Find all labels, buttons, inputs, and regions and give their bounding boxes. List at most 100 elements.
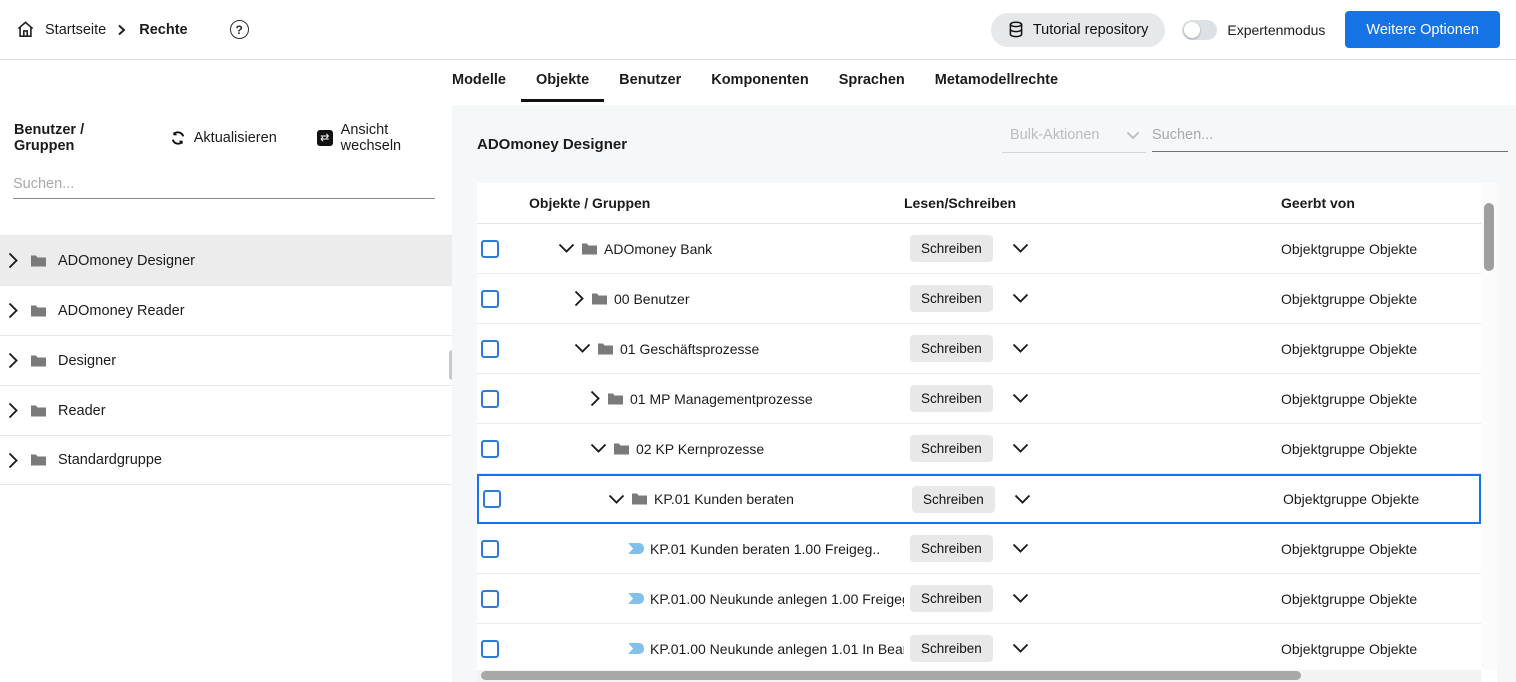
row-checkbox[interactable] xyxy=(481,589,499,608)
chevron-down-icon[interactable] xyxy=(1012,343,1029,354)
object-name: 00 Benutzer xyxy=(614,290,690,307)
model-icon xyxy=(628,543,644,554)
table-row[interactable]: 01 MP Managementprozesse Schreiben Objektg… xyxy=(477,374,1481,424)
table-row[interactable]: KP.01.00 Neukunde anlegen 1.01 In Bearbe… xyxy=(477,624,1481,674)
chevron-down-icon[interactable] xyxy=(1014,494,1031,505)
sidebar-group-item[interactable]: Reader xyxy=(0,385,452,435)
permission-cell: Schreiben xyxy=(904,585,1274,612)
bulk-actions-dropdown[interactable]: Bulk-Aktionen xyxy=(1002,127,1146,153)
tab-objekte[interactable]: Objekte xyxy=(520,60,605,105)
refresh-button[interactable]: Aktualisieren xyxy=(170,130,277,146)
folder-icon xyxy=(631,492,648,506)
switch-view-button[interactable]: ⇄ Ansicht wechseln xyxy=(316,122,452,154)
vertical-scrollbar-thumb[interactable] xyxy=(1484,203,1494,271)
table-row[interactable]: KP.01.00 Neukunde anlegen 1.00 Freigegeb… xyxy=(477,574,1481,624)
object-tree-cell: KP.01 Kunden beraten xyxy=(523,491,906,507)
table-row[interactable]: KP.01 Kunden beraten 1.00 Freigeg.. Schre… xyxy=(477,524,1481,574)
row-checkbox[interactable] xyxy=(481,339,499,358)
page-title: ADOmoney Designer xyxy=(477,136,628,153)
chevron-right-icon[interactable] xyxy=(8,252,19,269)
inherited-from-cell: Objektgruppe Objekte xyxy=(1283,491,1420,507)
sidebar-search-input[interactable] xyxy=(13,176,435,192)
row-checkbox[interactable] xyxy=(481,389,499,408)
row-checkbox[interactable] xyxy=(481,639,499,658)
chevron-right-icon[interactable] xyxy=(574,290,585,307)
sidebar-group-item[interactable]: Designer xyxy=(0,335,452,385)
row-checkbox[interactable] xyxy=(481,539,499,558)
chevron-down-icon[interactable] xyxy=(590,443,607,454)
chevron-down-icon[interactable] xyxy=(1012,443,1029,454)
top-bar-actions: Tutorial repository Expertenmodus Weiter… xyxy=(990,11,1500,48)
row-checkbox[interactable] xyxy=(483,490,501,508)
repository-button-label: Tutorial repository xyxy=(1032,21,1149,38)
table-search xyxy=(1152,126,1508,152)
tab-komponenten[interactable]: Komponenten xyxy=(696,60,823,105)
sidebar-group-item[interactable]: ADOmoney Reader xyxy=(0,285,452,335)
chevron-right-icon[interactable] xyxy=(8,352,19,369)
help-icon[interactable]: ? xyxy=(229,20,249,39)
bulk-actions-label: Bulk-Aktionen xyxy=(1010,127,1100,143)
permission-chip[interactable]: Schreiben xyxy=(910,235,993,262)
object-name: KP.01 Kunden beraten xyxy=(654,491,794,507)
vertical-scrollbar xyxy=(1481,183,1497,670)
folder-icon xyxy=(581,242,598,256)
home-icon[interactable] xyxy=(16,20,35,39)
row-checkbox[interactable] xyxy=(481,239,499,258)
permission-chip[interactable]: Schreiben xyxy=(910,435,993,462)
tab-sprachen[interactable]: Sprachen xyxy=(824,60,920,105)
chevron-down-icon[interactable] xyxy=(1012,543,1029,554)
chevron-down-icon[interactable] xyxy=(1012,593,1029,604)
horizontal-scrollbar xyxy=(477,670,1481,682)
chevron-down-icon[interactable] xyxy=(608,494,625,505)
row-checkbox[interactable] xyxy=(481,289,499,308)
top-bar: Startseite Rechte ? Tutorial repository … xyxy=(0,0,1516,60)
horizontal-scrollbar-thumb[interactable] xyxy=(481,671,1301,680)
chevron-right-icon[interactable] xyxy=(8,302,19,319)
table-row[interactable]: 02 KP Kernprozesse Schreiben Objektgruppe … xyxy=(477,424,1481,474)
permission-chip[interactable]: Schreiben xyxy=(910,585,993,612)
permission-cell: Schreiben xyxy=(904,435,1274,462)
permission-chip[interactable]: Schreiben xyxy=(910,635,993,662)
table-row[interactable]: 01 Geschäftsprozesse Schreiben Objektgrupp… xyxy=(477,324,1481,374)
chevron-down-icon[interactable] xyxy=(1012,393,1029,404)
chevron-down-icon[interactable] xyxy=(558,243,575,254)
object-name: 02 KP Kernprozesse xyxy=(636,440,765,457)
permission-chip[interactable]: Schreiben xyxy=(910,335,993,362)
column-header-permission: Lesen/Schreiben xyxy=(904,195,1017,211)
chevron-down-icon[interactable] xyxy=(1012,243,1029,254)
tab-metamodellrechte[interactable]: Metamodellrechte xyxy=(920,60,1073,105)
tab-modelle[interactable]: Modelle xyxy=(437,60,521,105)
sidebar-group-item[interactable]: Standardgruppe xyxy=(0,435,452,485)
permission-chip[interactable]: Schreiben xyxy=(910,535,993,562)
table-search-input[interactable] xyxy=(1152,127,1508,143)
expert-mode-toggle[interactable] xyxy=(1182,19,1218,40)
group-label: Standardgruppe xyxy=(58,452,162,468)
permission-chip[interactable]: Schreiben xyxy=(910,385,993,412)
chevron-right-icon[interactable] xyxy=(8,402,19,419)
table-row[interactable]: 00 Benutzer Schreiben Objektgruppe Objekte xyxy=(477,274,1481,324)
sidebar-group-item[interactable]: ADOmoney Designer xyxy=(0,235,452,285)
repository-button[interactable]: Tutorial repository xyxy=(990,12,1166,47)
model-icon xyxy=(628,643,644,654)
tab-benutzer[interactable]: Benutzer xyxy=(604,60,696,105)
sidebar-search xyxy=(13,175,435,199)
chevron-down-icon[interactable] xyxy=(574,343,591,354)
checkbox-cell xyxy=(477,339,521,358)
sidebar-users-groups: Benutzer / Gruppen Aktualisieren ⇄ Ansic… xyxy=(0,105,455,682)
row-checkbox[interactable] xyxy=(481,439,499,458)
switch-view-label: Ansicht wechseln xyxy=(340,122,402,154)
table-row[interactable]: KP.01 Kunden beraten Schreiben Objektgrupp… xyxy=(477,474,1481,524)
chevron-right-icon[interactable] xyxy=(590,390,601,407)
more-options-button[interactable]: Weitere Optionen xyxy=(1345,11,1500,48)
refresh-icon xyxy=(171,131,184,145)
breadcrumb-current: Rechte xyxy=(139,21,188,38)
table-row[interactable]: ADOmoney Bank Schreiben Objektgruppe Objek… xyxy=(477,224,1481,274)
permission-chip[interactable]: Schreiben xyxy=(912,485,995,513)
group-label: ADOmoney Reader xyxy=(58,302,185,319)
chevron-down-icon[interactable] xyxy=(1012,643,1029,654)
chevron-down-icon[interactable] xyxy=(1012,293,1029,304)
breadcrumb-home[interactable]: Startseite xyxy=(45,22,106,38)
permission-chip[interactable]: Schreiben xyxy=(910,285,993,312)
object-tree-cell: KP.01.00 Neukunde anlegen 1.01 In Bearbe… xyxy=(521,641,904,657)
chevron-right-icon[interactable] xyxy=(8,452,19,469)
